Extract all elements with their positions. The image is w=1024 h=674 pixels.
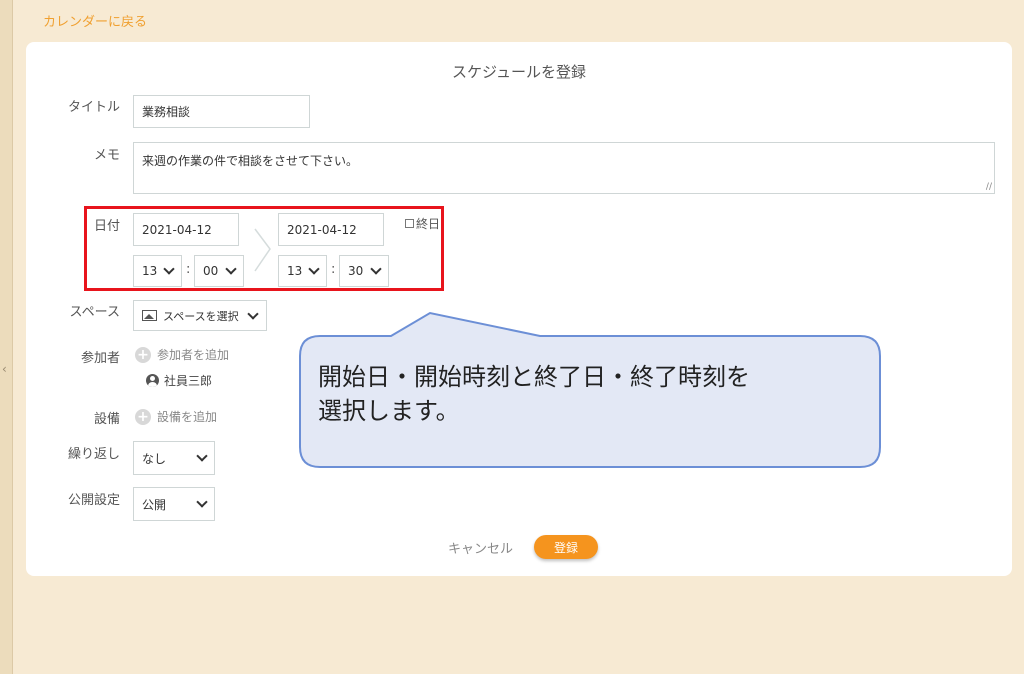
participant-item: 社員三郎 [146,372,212,389]
visibility-value: 公開 [142,497,167,512]
participant-name: 社員三郎 [164,374,213,388]
title-label: タイトル [67,100,120,115]
visibility-label: 公開設定 [67,493,120,508]
memo-text: 来週の作業の件で相談をさせて下さい。 [142,154,359,168]
participants-label: 参加者 [80,351,120,366]
image-icon [142,310,157,321]
title-input[interactable]: 業務相談 [133,95,310,128]
add-participant-button[interactable]: + 参加者を追加 [135,346,229,363]
add-equipment-button[interactable]: + 設備を追加 [135,408,217,425]
memo-label: メモ [93,148,120,163]
form-title: スケジュールを登録 [452,63,586,81]
callout-line-2: 選択します。 [318,397,460,425]
chevron-left-icon[interactable]: ‹ [2,362,7,376]
equipment-label: 設備 [93,412,120,427]
back-to-calendar-link[interactable]: カレンダーに戻る [43,11,147,30]
repeat-select[interactable]: なし [133,441,215,475]
cancel-button[interactable]: キャンセル [448,538,513,557]
plus-icon: + [135,346,151,363]
add-equipment-label: 設備を追加 [157,410,218,424]
space-label: スペース [69,305,120,320]
repeat-label: 繰り返し [67,447,120,462]
plus-icon: + [135,408,151,425]
person-icon [146,374,159,387]
space-select-label: スペースを選択 [163,309,239,323]
side-panel-strip [0,0,13,674]
callout-text: 開始日・開始時刻と終了日・終了時刻を 選択します。 [318,360,858,428]
add-participant-label: 参加者を追加 [157,348,230,362]
register-button[interactable]: 登録 [534,535,598,559]
visibility-select[interactable]: 公開 [133,487,215,521]
space-select[interactable]: スペースを選択 [133,300,267,331]
callout-line-1: 開始日・開始時刻と終了日・終了時刻を [318,363,750,391]
chevron-down-icon [196,450,208,462]
chevron-down-icon [196,496,208,508]
date-time-highlight-box [84,206,444,291]
repeat-value: なし [142,451,167,466]
resize-handle-icon[interactable]: ∕∕ [986,182,992,192]
chevron-down-icon [247,307,259,320]
